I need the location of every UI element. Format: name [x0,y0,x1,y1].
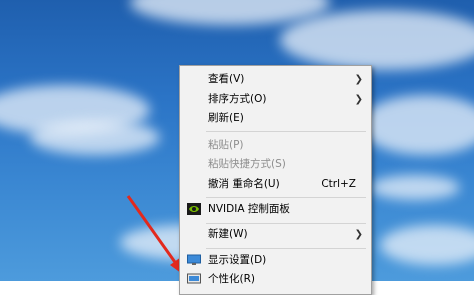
menu-item-paste[interactable]: 粘贴(P) [180,136,371,155]
menu-item-new[interactable]: 新建(W) ❯ [180,225,371,244]
display-settings-icon [187,254,201,266]
menu-item-paste-shortcut[interactable]: 粘贴快捷方式(S) [180,155,371,174]
menu-separator [206,197,366,198]
menu-item-refresh[interactable]: 刷新(E) [180,109,371,128]
menu-item-personalize[interactable]: 个性化(R) [180,270,371,289]
menu-separator [206,248,366,249]
menu-item-view[interactable]: 查看(V) ❯ [180,70,371,89]
menu-item-undo-rename[interactable]: 撤消 重命名(U) Ctrl+Z [180,175,371,194]
shortcut-label: Ctrl+Z [321,178,356,190]
menu-item-nvidia-control-panel[interactable]: NVIDIA 控制面板 [180,200,371,219]
submenu-arrow-icon: ❯ [354,229,363,240]
menu-item-sort-by[interactable]: 排序方式(O) ❯ [180,90,371,109]
personalize-icon [187,273,201,285]
menu-separator [206,223,366,224]
submenu-arrow-icon: ❯ [354,74,363,85]
menu-separator [206,131,366,132]
context-menu: 查看(V) ❯ 排序方式(O) ❯ 刷新(E) 粘贴(P) 粘贴快捷方式(S) … [179,65,372,295]
menu-item-display-settings[interactable]: 显示设置(D) [180,251,371,270]
nvidia-icon [187,203,201,215]
submenu-arrow-icon: ❯ [354,94,363,105]
